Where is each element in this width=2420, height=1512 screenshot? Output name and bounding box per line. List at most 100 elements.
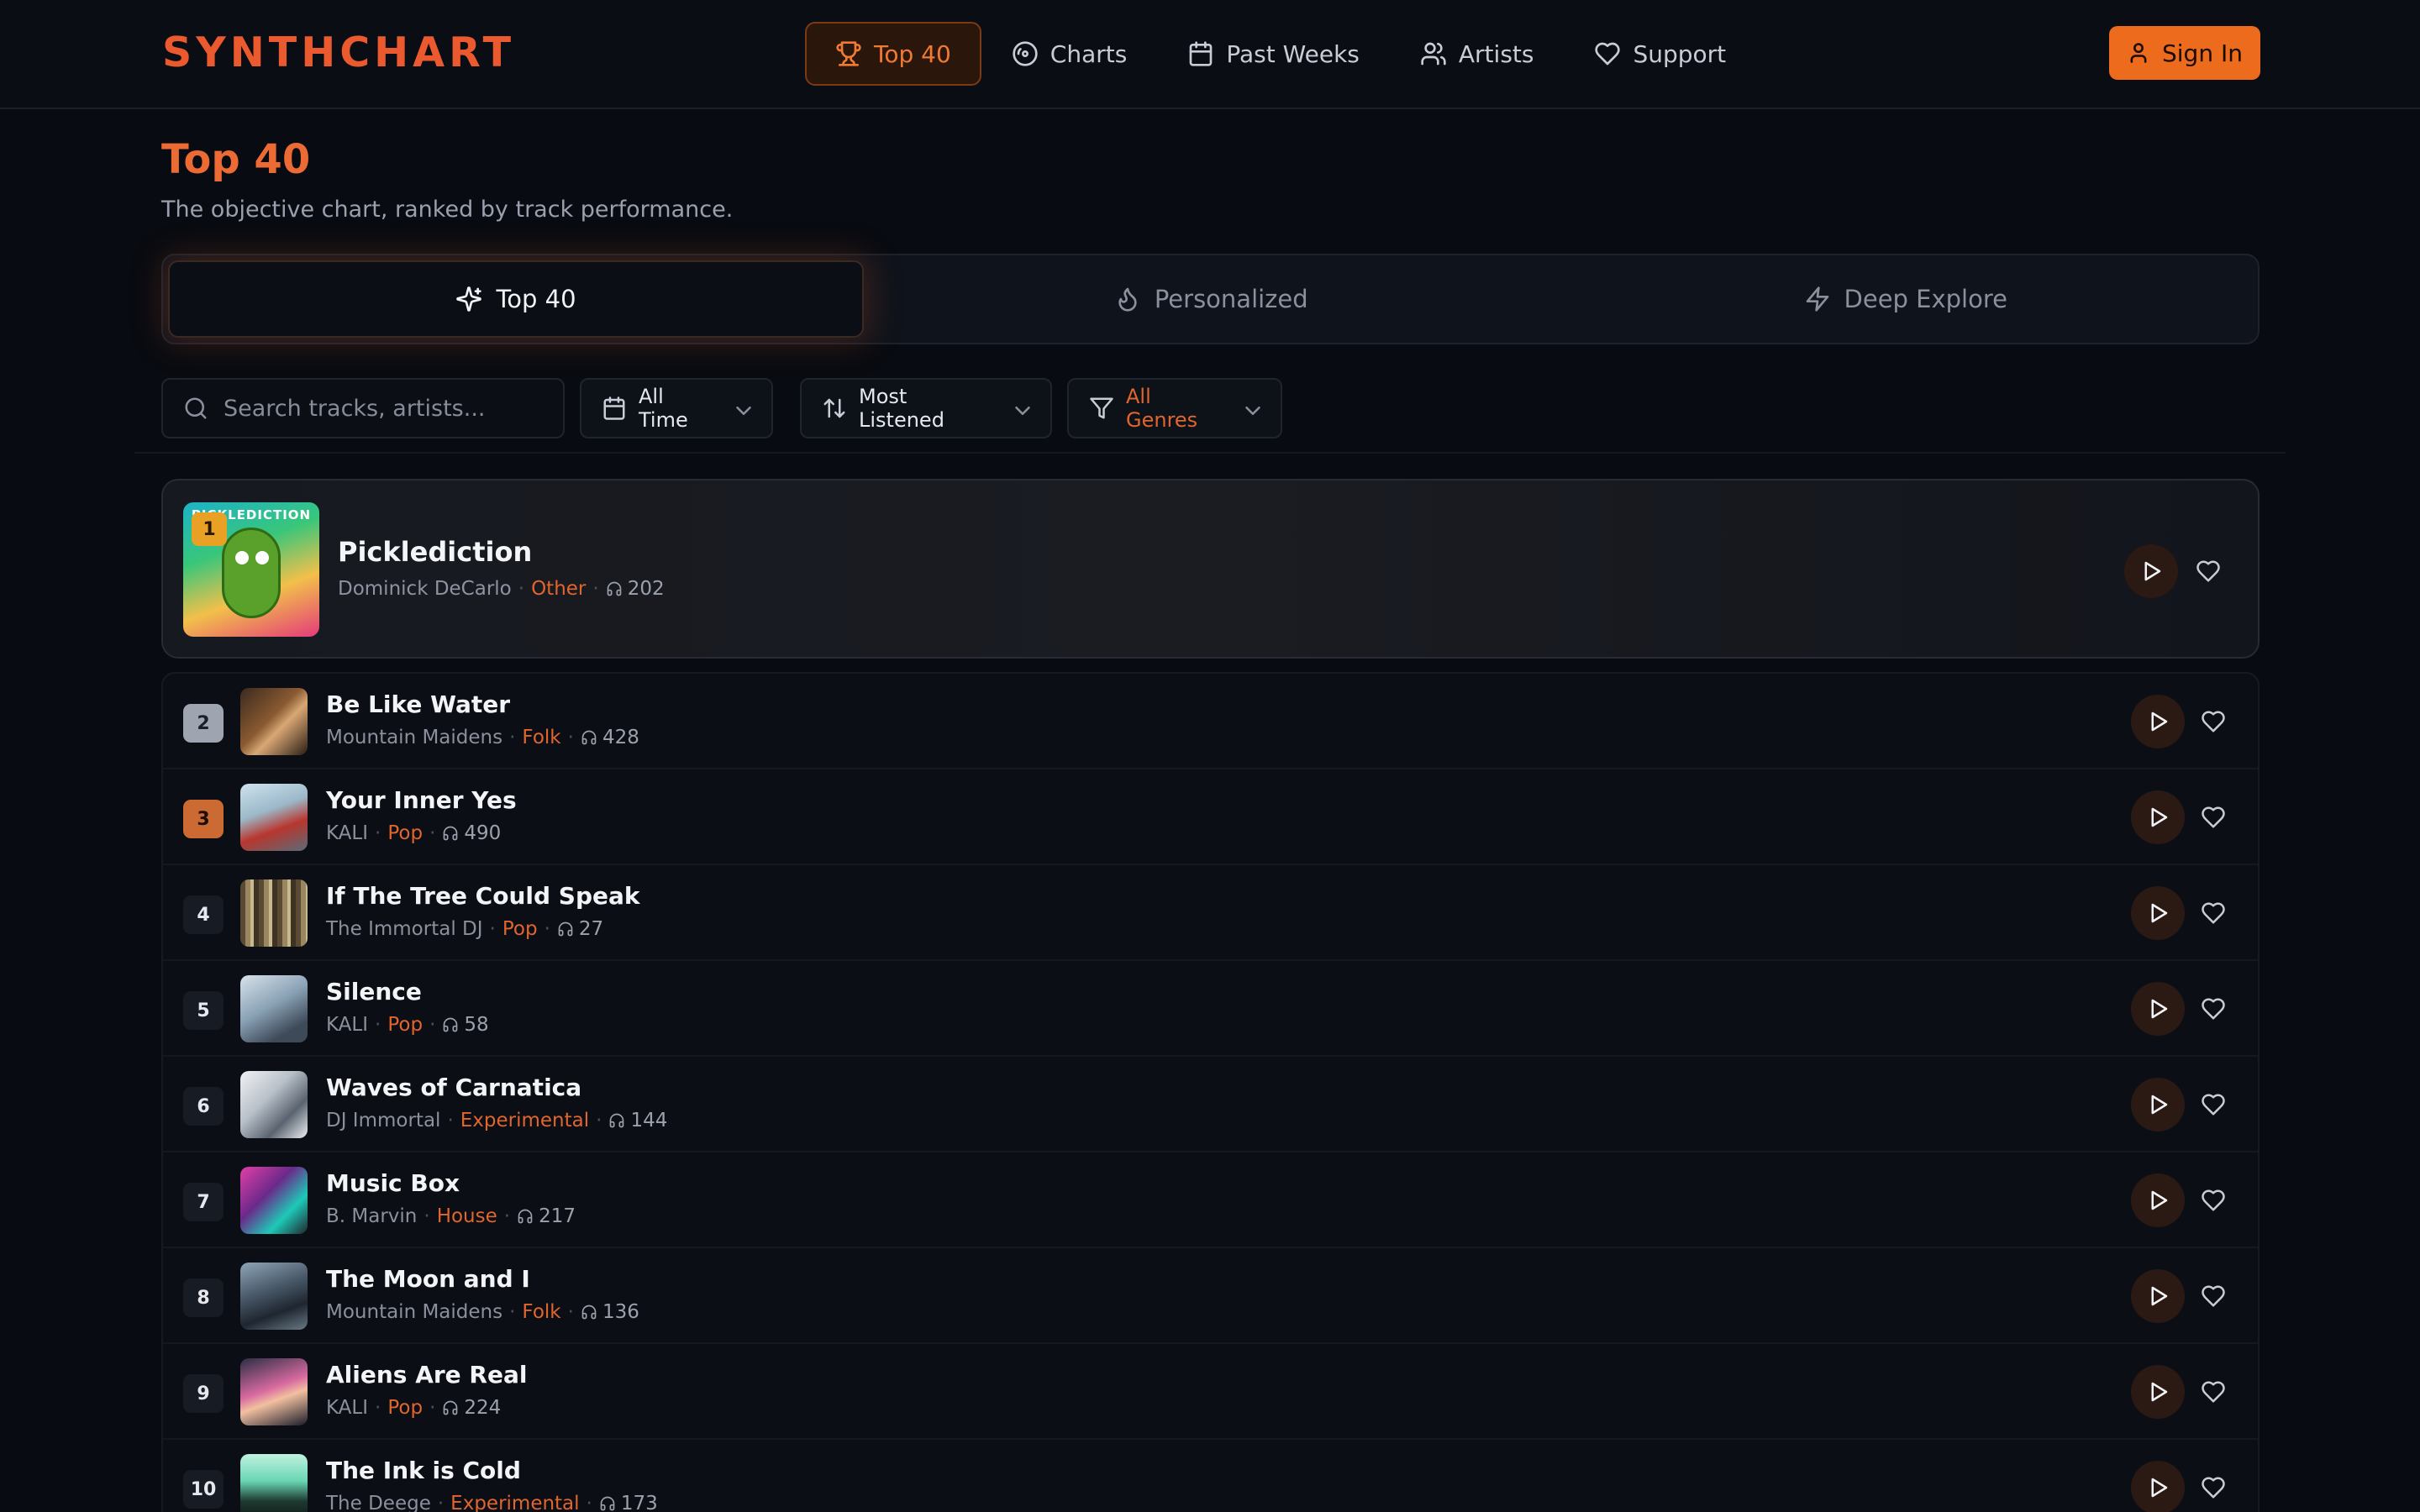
play-button[interactable] (2131, 695, 2185, 748)
heart-icon (2201, 709, 2226, 734)
track-meta: Mountain Maidens · Folk · 136 (326, 1299, 639, 1326)
nav-item-past-weeks[interactable]: Past Weeks (1157, 22, 1390, 86)
track-row[interactable]: 4 If The Tree Could Speak The Immortal D… (163, 865, 2258, 961)
play-button[interactable] (2131, 982, 2185, 1036)
trophy-icon (835, 40, 862, 67)
track-genre[interactable]: Experimental (460, 1107, 589, 1134)
like-button[interactable] (2200, 1474, 2227, 1501)
tab-personalized[interactable]: Personalized (864, 260, 1559, 338)
nav-item-support[interactable]: Support (1564, 22, 1756, 86)
track-row[interactable]: 6 Waves of Carnatica DJ Immortal · Exper… (163, 1057, 2258, 1152)
like-button[interactable] (2200, 1091, 2227, 1118)
play-button[interactable] (2131, 1365, 2185, 1419)
page-subtitle: The objective chart, ranked by track per… (161, 197, 734, 223)
track-title[interactable]: Aliens Are Real (326, 1359, 527, 1391)
brand-logo[interactable]: SYNTHCHART (162, 27, 515, 79)
like-button[interactable] (2200, 1187, 2227, 1214)
track-artist[interactable]: B. Marvin (326, 1203, 417, 1230)
track-row[interactable]: 7 Music Box B. Marvin · House · 217 (163, 1152, 2258, 1248)
track-row[interactable]: 5 Silence KALI · Pop · 58 (163, 961, 2258, 1057)
track-genre[interactable]: Folk (522, 724, 560, 751)
nav-item-artists[interactable]: Artists (1390, 22, 1565, 86)
listen-count: 490 (442, 820, 501, 847)
track-genre[interactable]: Pop (387, 1011, 423, 1038)
listen-count-value: 27 (578, 918, 604, 940)
pickle-eye (235, 551, 249, 564)
play-button[interactable] (2131, 790, 2185, 844)
play-button[interactable] (2131, 1461, 2185, 1512)
track-title[interactable]: The Moon and I (326, 1263, 530, 1295)
track-title[interactable]: Your Inner Yes (326, 785, 517, 816)
like-button[interactable] (2200, 1283, 2227, 1310)
filter-bar: All Time Most Listened All Genres (161, 378, 1282, 438)
track-genre[interactable]: Other (531, 578, 586, 600)
separator: · (429, 822, 436, 844)
track-row[interactable]: 10 The Ink is Cold The Deege · Experimen… (163, 1440, 2258, 1512)
like-button[interactable] (2200, 995, 2227, 1022)
heart-icon (2201, 1475, 2226, 1500)
top-navbar: SYNTHCHART Top 40 Charts Past Weeks Arti… (0, 0, 2420, 109)
nav-label: Top 40 (874, 39, 951, 68)
rank-badge: 1 (192, 512, 227, 546)
tab-deep-explore[interactable]: Deep Explore (1559, 260, 2254, 338)
genre-dropdown[interactable]: All Genres (1067, 378, 1282, 438)
headphones-icon (442, 825, 459, 842)
nav-label: Support (1633, 39, 1727, 68)
track-title[interactable]: Be Like Water (326, 689, 510, 721)
track-artist[interactable]: Mountain Maidens (326, 1299, 502, 1326)
track-genre[interactable]: Experimental (450, 1490, 579, 1512)
separator: · (424, 1205, 430, 1227)
play-button[interactable] (2131, 886, 2185, 940)
track-genre[interactable]: House (437, 1203, 497, 1230)
like-button[interactable] (2200, 804, 2227, 831)
featured-track[interactable]: PICKLEDICTION 1 Picklediction Dominick D… (161, 479, 2260, 659)
sort-dropdown[interactable]: Most Listened (800, 378, 1052, 438)
track-artist[interactable]: KALI (326, 1011, 368, 1038)
track-title[interactable]: The Ink is Cold (326, 1455, 521, 1487)
nav-item-top40[interactable]: Top 40 (805, 22, 981, 86)
track-title[interactable]: Music Box (326, 1168, 460, 1200)
track-title[interactable]: Picklediction (338, 536, 532, 568)
search-input[interactable] (224, 395, 543, 422)
track-artist[interactable]: The Deege (326, 1490, 431, 1512)
time-range-dropdown[interactable]: All Time (580, 378, 773, 438)
play-button[interactable] (2131, 1173, 2185, 1227)
track-genre[interactable]: Pop (387, 820, 423, 847)
track-artist[interactable]: Dominick DeCarlo (338, 578, 512, 600)
track-row[interactable]: 8 The Moon and I Mountain Maidens · Folk… (163, 1248, 2258, 1344)
track-row[interactable]: 3 Your Inner Yes KALI · Pop · 490 (163, 769, 2258, 865)
play-icon (2139, 559, 2164, 584)
sign-in-button[interactable]: Sign In (2109, 26, 2260, 80)
like-button[interactable] (2200, 708, 2227, 735)
like-button[interactable] (2200, 900, 2227, 927)
track-meta: KALI · Pop · 58 (326, 1011, 489, 1038)
play-button[interactable] (2131, 1269, 2185, 1323)
play-button[interactable] (2131, 1078, 2185, 1131)
track-row[interactable]: 9 Aliens Are Real KALI · Pop · 224 (163, 1344, 2258, 1440)
nav-item-charts[interactable]: Charts (981, 22, 1158, 86)
track-title[interactable]: Silence (326, 976, 422, 1008)
track-thumbnail (240, 879, 308, 947)
like-button[interactable] (2200, 1378, 2227, 1405)
separator: · (596, 1110, 602, 1131)
track-artist[interactable]: KALI (326, 820, 368, 847)
track-artist[interactable]: Mountain Maidens (326, 724, 502, 751)
track-genre[interactable]: Pop (387, 1394, 423, 1421)
play-button[interactable] (2124, 544, 2178, 598)
track-artist[interactable]: DJ Immortal (326, 1107, 440, 1134)
track-artist[interactable]: KALI (326, 1394, 368, 1421)
track-artist[interactable]: The Immortal DJ (326, 916, 483, 942)
tab-top40[interactable]: Top 40 (168, 260, 864, 338)
track-genre[interactable]: Folk (522, 1299, 560, 1326)
separator: · (503, 1205, 511, 1227)
track-title[interactable]: If The Tree Could Speak (326, 880, 640, 912)
track-row[interactable]: 2 Be Like Water Mountain Maidens · Folk … (163, 674, 2258, 769)
listen-count-value: 58 (464, 1014, 489, 1036)
separator: · (518, 578, 525, 600)
track-thumbnail (240, 1167, 308, 1234)
track-title[interactable]: Waves of Carnatica (326, 1072, 581, 1104)
search-box[interactable] (161, 378, 565, 438)
separator: · (437, 1493, 445, 1512)
like-button[interactable] (2195, 558, 2222, 585)
track-genre[interactable]: Pop (502, 916, 538, 942)
